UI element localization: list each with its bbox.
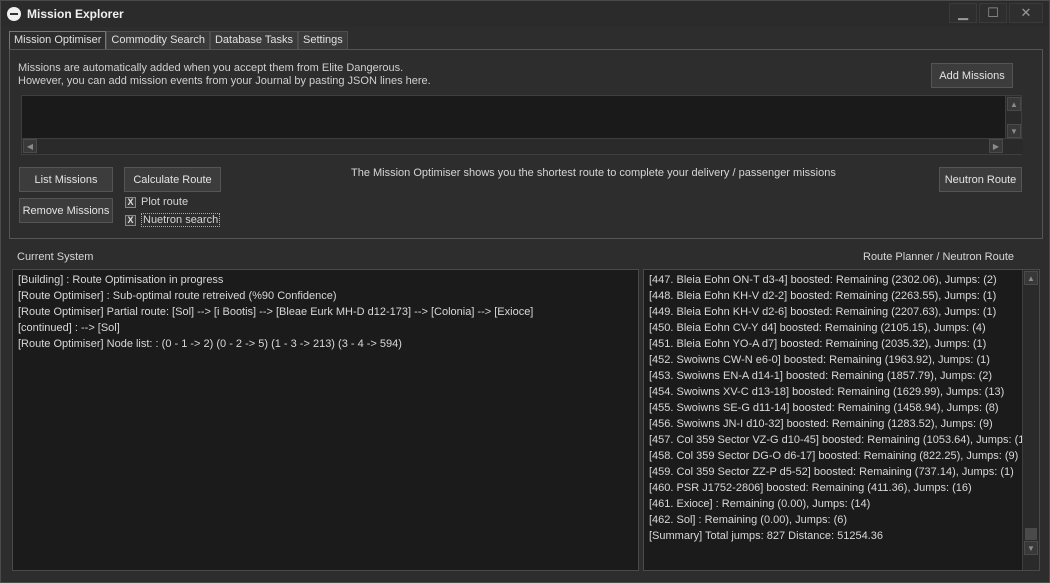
route-line: [457. Col 359 Sector VZ-G d10-45] booste… <box>649 434 1024 446</box>
log-line: [Route Optimiser] : Sub-optimal route re… <box>18 290 337 302</box>
tab-database-tasks[interactable]: Database Tasks <box>209 31 299 49</box>
plot-route-option[interactable]: X Plot route <box>125 196 188 208</box>
route-line: [461. Exioce] : Remaining (0.00), Jumps:… <box>649 498 871 510</box>
plot-route-label: Plot route <box>141 196 189 208</box>
route-line: [454. Swoiwns XV-C d13-18] boosted: Rema… <box>649 386 1005 398</box>
close-button[interactable]: ✕ <box>1009 3 1043 23</box>
scroll-up-icon[interactable]: ▲ <box>1024 271 1038 285</box>
route-line: [449. Bleia Eohn KH-V d2-6] boosted: Rem… <box>649 306 997 318</box>
tab-settings[interactable]: Settings <box>298 31 348 49</box>
route-line: [453. Swoiwns EN-A d14-1] boosted: Remai… <box>649 370 993 382</box>
scrollbar-thumb[interactable] <box>1025 528 1037 540</box>
calculate-route-button[interactable]: Calculate Route <box>124 167 221 192</box>
tab-commodity-search[interactable]: Commodity Search <box>106 31 210 49</box>
plot-route-checkbox[interactable]: X <box>125 196 136 208</box>
info-text: Missions are automatically added when yo… <box>18 62 431 88</box>
minimize-button[interactable]: ▁ <box>949 3 977 23</box>
log-line: [Route Optimiser] Partial route: [Sol] -… <box>18 306 534 318</box>
info-line-1: Missions are automatically added when yo… <box>18 62 404 74</box>
route-planner-log[interactable]: [447. Bleia Eohn ON-T d3-4] boosted: Rem… <box>643 269 1040 571</box>
route-planner-label: Route Planner / Neutron Route <box>863 251 1015 263</box>
route-line: [456. Swoiwns JN-I d10-32] boosted: Rema… <box>649 418 993 430</box>
window-controls: ▁ ☐ ✕ <box>949 3 1043 23</box>
current-system-log[interactable]: [Building] : Route Optimisation in progr… <box>12 269 639 571</box>
info-line-2: However, you can add mission events from… <box>18 75 431 87</box>
json-input[interactable]: ▲ ▼ ◀ ▶ <box>21 95 1023 155</box>
log-line: [continued] : --> [Sol] <box>18 322 120 334</box>
optimiser-note: The Mission Optimiser shows you the shor… <box>351 167 836 179</box>
neutron-search-checkbox[interactable]: X <box>125 214 136 226</box>
tab-mission-optimiser[interactable]: Mission Optimiser <box>9 31 107 49</box>
route-planner-scrollbar[interactable]: ▲ ▼ <box>1022 270 1039 570</box>
route-line: [450. Bleia Eohn CV-Y d4] boosted: Remai… <box>649 322 986 334</box>
route-line: [Summary] Total jumps: 827 Distance: 512… <box>649 530 883 542</box>
route-line: [452. Swoiwns CW-N e6-0] boosted: Remain… <box>649 354 990 366</box>
scroll-right-icon[interactable]: ▶ <box>989 139 1003 153</box>
route-line: [462. Sol] : Remaining (0.00), Jumps: (6… <box>649 514 848 526</box>
scroll-up-icon[interactable]: ▲ <box>1007 97 1021 111</box>
tab-bar: Mission Optimiser Commodity Search Datab… <box>9 31 348 49</box>
remove-missions-button[interactable]: Remove Missions <box>19 198 113 223</box>
route-line: [459. Col 359 Sector ZZ-P d5-52] boosted… <box>649 466 1014 478</box>
route-line: [451. Bleia Eohn YO-A d7] boosted: Remai… <box>649 338 987 350</box>
scroll-down-icon[interactable]: ▼ <box>1024 541 1038 555</box>
neutron-route-button[interactable]: Neutron Route <box>939 167 1022 192</box>
json-input-horizontal-scrollbar[interactable]: ◀ ▶ <box>22 138 1023 154</box>
elite-dangerous-icon <box>7 7 21 21</box>
route-line: [455. Swoiwns SE-G d11-14] boosted: Rema… <box>649 402 999 414</box>
route-line: [448. Bleia Eohn KH-V d2-2] boosted: Rem… <box>649 290 997 302</box>
list-missions-button[interactable]: List Missions <box>19 167 113 192</box>
mission-explorer-window: Mission Explorer ▁ ☐ ✕ Mission Optimiser… <box>0 0 1050 583</box>
scroll-left-icon[interactable]: ◀ <box>23 139 37 153</box>
route-planner-lines: [447. Bleia Eohn ON-T d3-4] boosted: Rem… <box>649 272 1024 544</box>
maximize-button[interactable]: ☐ <box>979 3 1007 23</box>
log-line: [Building] : Route Optimisation in progr… <box>18 274 224 286</box>
route-line: [460. PSR J1752-2806] boosted: Remaining… <box>649 482 972 494</box>
title-bar: Mission Explorer ▁ ☐ ✕ <box>1 1 1049 27</box>
neutron-search-label: Nuetron search <box>141 213 221 227</box>
route-line: [458. Col 359 Sector DG-O d6-17] boosted… <box>649 450 1019 462</box>
scroll-down-icon[interactable]: ▼ <box>1007 124 1021 138</box>
log-line: [Route Optimiser] Node list: : (0 - 1 ->… <box>18 338 402 350</box>
route-line: [447. Bleia Eohn ON-T d3-4] boosted: Rem… <box>649 274 997 286</box>
window-title: Mission Explorer <box>27 7 124 21</box>
json-input-vertical-scrollbar[interactable]: ▲ ▼ <box>1005 96 1021 140</box>
mission-optimiser-panel: Missions are automatically added when yo… <box>9 49 1043 239</box>
neutron-search-option[interactable]: X Nuetron search <box>125 213 221 227</box>
current-system-label: Current System <box>17 251 94 263</box>
add-missions-button[interactable]: Add Missions <box>931 63 1013 88</box>
